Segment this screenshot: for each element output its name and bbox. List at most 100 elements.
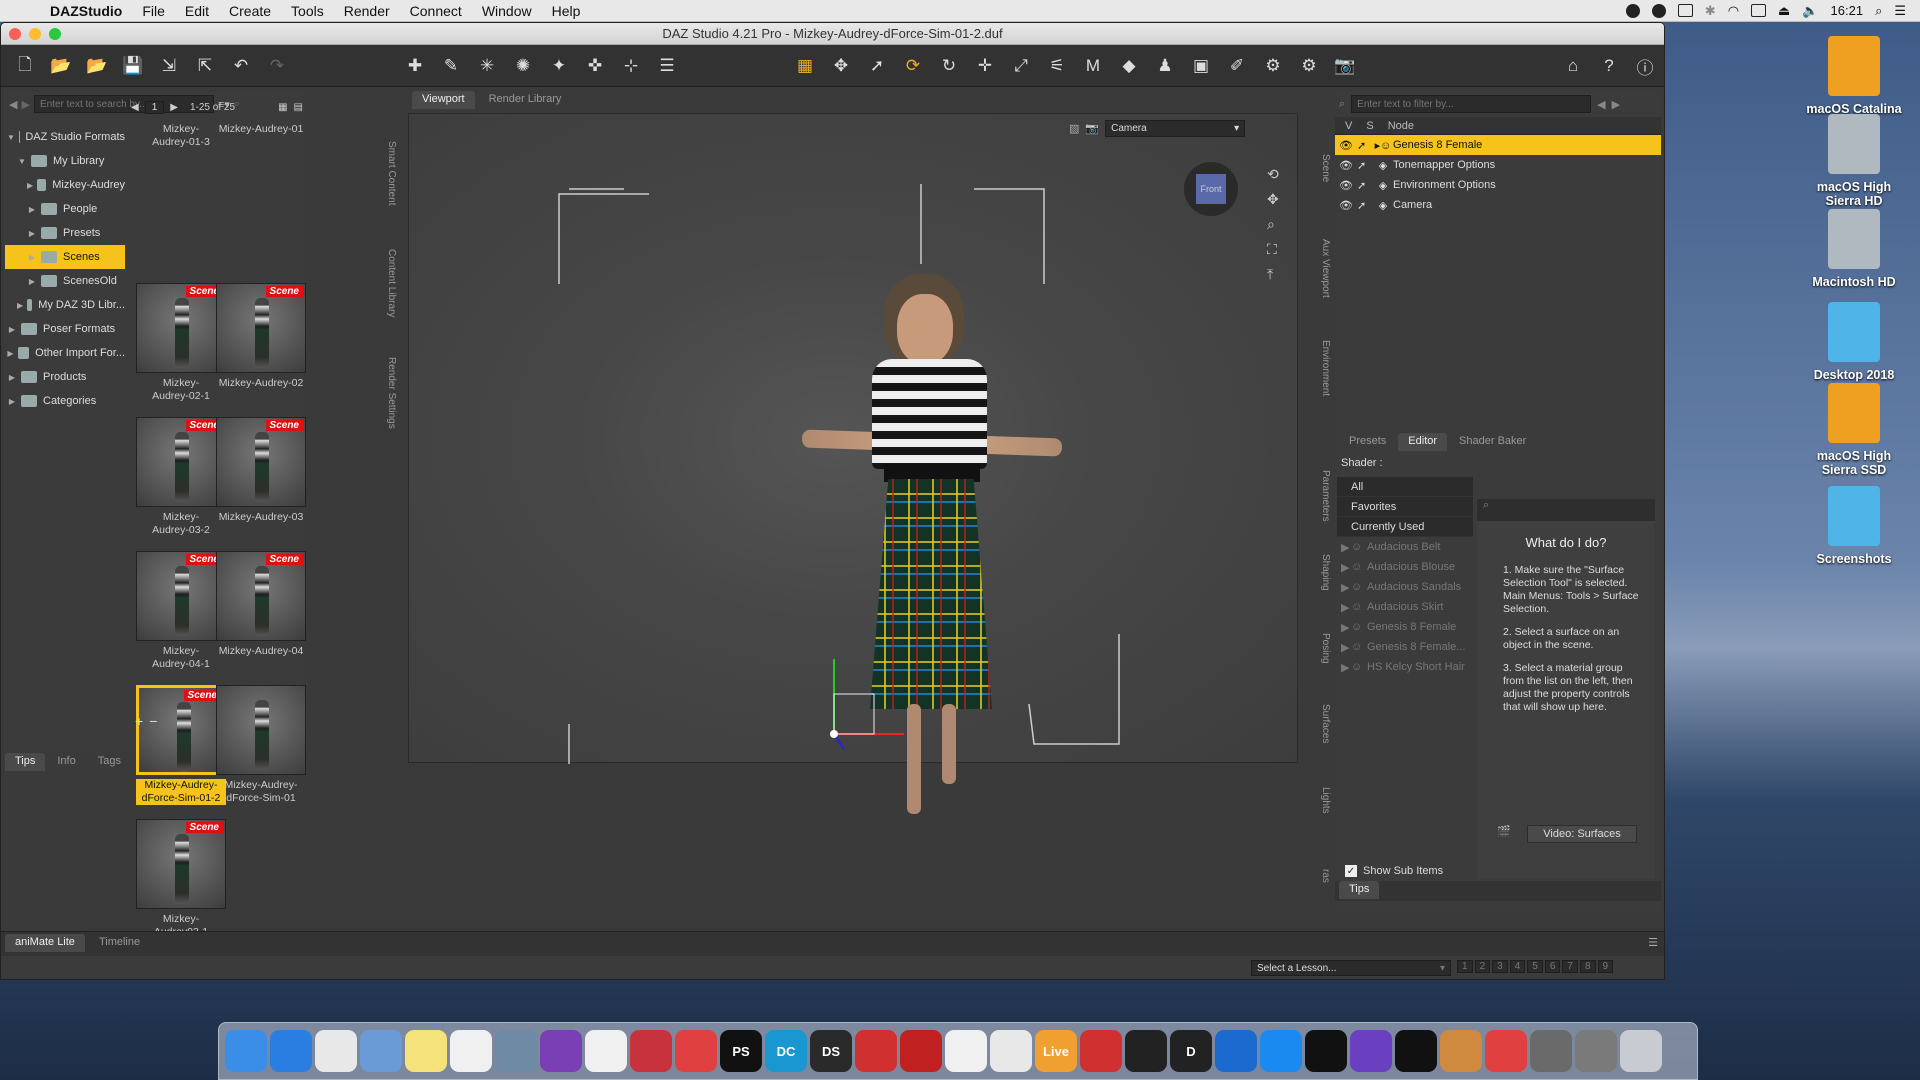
menu-window[interactable]: Window bbox=[472, 3, 542, 19]
desktop-icon-3[interactable]: Desktop 2018 bbox=[1799, 302, 1909, 382]
menu-list-icon[interactable]: ☰ bbox=[1894, 3, 1906, 19]
material-group[interactable]: ▶ ☺ HS Kelcy Short Hair bbox=[1337, 657, 1473, 677]
menu-create[interactable]: Create bbox=[219, 3, 281, 19]
keyboard-icon[interactable] bbox=[1751, 4, 1767, 17]
scene-thumbnail[interactable]: Scene bbox=[216, 417, 306, 507]
side-tab-posing[interactable]: Posing bbox=[1311, 615, 1331, 681]
photos-icon[interactable] bbox=[450, 1030, 492, 1072]
help-icon[interactable]: ⓘ bbox=[1631, 52, 1659, 80]
tab-animate-lite[interactable]: aniMate Lite bbox=[5, 934, 85, 952]
menu-app-name[interactable]: DAZStudio bbox=[40, 3, 132, 19]
thumbnail-caption[interactable]: Mizkey-Audrey-01 bbox=[216, 123, 306, 136]
side-tab-scene[interactable]: Scene bbox=[1311, 123, 1331, 213]
tree-item[interactable]: ▶ ScenesOld bbox=[5, 269, 125, 293]
scene-thumbnail[interactable]: Scene bbox=[136, 551, 226, 641]
preview-icon[interactable] bbox=[360, 1030, 402, 1072]
morph-tool-icon[interactable]: M bbox=[1079, 52, 1107, 80]
select-arrow-icon[interactable]: ➚ bbox=[1357, 179, 1373, 192]
tree-item[interactable]: ▶ Presets bbox=[5, 221, 125, 245]
desktop-icon-1[interactable]: macOS High Sierra HD bbox=[1799, 114, 1909, 208]
show-sub-items-checkbox[interactable]: ✓ bbox=[1345, 865, 1357, 877]
desktop-icon-2[interactable]: Macintosh HD bbox=[1799, 209, 1909, 289]
collapsed-arrow-icon[interactable]: ▶ bbox=[7, 397, 17, 406]
thumbnail-caption[interactable]: Mizkey- Audrey-02-1 bbox=[136, 377, 226, 403]
tab-tags[interactable]: Tags bbox=[88, 753, 131, 771]
expand-arrow-icon[interactable]: ▶ bbox=[1341, 561, 1351, 574]
lesson-slot[interactable]: 8 bbox=[1579, 960, 1596, 973]
next-page-icon[interactable]: ▶ bbox=[170, 102, 178, 113]
lesson-slot[interactable]: 7 bbox=[1562, 960, 1578, 973]
scene-node[interactable]: 👁 ➚ ▸☺ Genesis 8 Female bbox=[1335, 135, 1661, 155]
tree-item[interactable]: ▶ Scenes bbox=[5, 245, 125, 269]
distant-light-icon[interactable]: ✳ bbox=[473, 52, 501, 80]
status-icon-1[interactable] bbox=[1625, 3, 1640, 18]
tree-item[interactable]: ▶ People bbox=[5, 197, 125, 221]
scale-icon[interactable]: ⤢ bbox=[1007, 52, 1035, 80]
target-icon[interactable] bbox=[1080, 1030, 1122, 1072]
create-camera-icon[interactable]: ✚ bbox=[401, 52, 429, 80]
lineform-icon[interactable] bbox=[990, 1030, 1032, 1072]
scatter-icon[interactable] bbox=[900, 1030, 942, 1072]
clock[interactable]: 16:21 bbox=[1831, 3, 1864, 18]
export-icon[interactable]: ⇱ bbox=[191, 52, 219, 80]
back-icon[interactable]: ◀ bbox=[9, 98, 17, 111]
lesson-select[interactable]: Select a Lesson... ▾ bbox=[1251, 960, 1451, 976]
tree-item[interactable]: ▶ Other Import For... bbox=[5, 341, 125, 365]
finder-icon[interactable] bbox=[225, 1030, 267, 1072]
collapsed-arrow-icon[interactable]: ▶ bbox=[7, 373, 17, 382]
thumbnail-caption[interactable]: Mizkey-Audrey-02 bbox=[216, 377, 306, 390]
thumbnail-caption[interactable]: Mizkey- Audrey-03-2 bbox=[136, 511, 226, 537]
shader-filter[interactable]: Currently Used bbox=[1337, 517, 1473, 537]
select-arrow-icon[interactable]: ➚ bbox=[1357, 139, 1373, 152]
itunes-icon[interactable] bbox=[585, 1030, 627, 1072]
notes-icon[interactable] bbox=[405, 1030, 447, 1072]
transform-gizmo[interactable] bbox=[814, 649, 934, 769]
lesson-slot[interactable]: 9 bbox=[1597, 960, 1614, 973]
material-group[interactable]: ▶ ☺ Audacious Belt bbox=[1337, 537, 1473, 557]
trash-icon[interactable] bbox=[1620, 1030, 1662, 1072]
thumbnail-caption[interactable]: Mizkey-Audrey-dForce-Sim-01-2 bbox=[136, 779, 226, 805]
material-group[interactable]: ▶ ☺ Genesis 8 Female bbox=[1337, 617, 1473, 637]
grid-view-icon[interactable]: ▦ bbox=[278, 102, 287, 113]
tab-editor[interactable]: Editor bbox=[1398, 433, 1448, 451]
image-capture-icon[interactable] bbox=[495, 1030, 537, 1072]
scene-filter-input[interactable] bbox=[1351, 95, 1592, 113]
terminal-icon[interactable] bbox=[1305, 1030, 1347, 1072]
side-tab-lights[interactable]: Lights bbox=[1311, 767, 1331, 833]
tree-item[interactable]: ▼ My Library bbox=[5, 149, 125, 173]
column-v[interactable]: V bbox=[1345, 120, 1352, 132]
open-icon[interactable]: 📂 bbox=[47, 52, 75, 80]
translate-icon[interactable]: ✛ bbox=[971, 52, 999, 80]
column-s[interactable]: S bbox=[1366, 120, 1373, 132]
spotlight-icon[interactable]: ⌕ bbox=[1875, 3, 1882, 19]
textedit-icon[interactable] bbox=[945, 1030, 987, 1072]
lesson-slot[interactable]: 1 bbox=[1457, 960, 1473, 973]
expand-arrow-icon[interactable]: ▶ bbox=[1341, 601, 1351, 614]
lesson-slot[interactable]: 6 bbox=[1544, 960, 1561, 973]
lesson-slot[interactable]: 5 bbox=[1527, 960, 1543, 973]
forward-icon[interactable]: ▶ bbox=[21, 98, 29, 111]
scene-node[interactable]: 👁 ➚ ◈ Tonemapper Options bbox=[1335, 155, 1661, 175]
side-tab-surfaces[interactable]: Surfaces bbox=[1311, 691, 1331, 757]
remove-icon[interactable]: − bbox=[149, 713, 157, 729]
archive-icon[interactable] bbox=[1440, 1030, 1482, 1072]
display-icon[interactable] bbox=[1677, 4, 1693, 17]
scene-node[interactable]: 👁 ➚ ◈ Camera bbox=[1335, 195, 1661, 215]
new-scene-icon[interactable]: 🗋 bbox=[11, 52, 39, 80]
universal-tool-icon[interactable]: ✥ bbox=[827, 52, 855, 80]
material-group[interactable]: ▶ ☺ Audacious Blouse bbox=[1337, 557, 1473, 577]
editor-search-icon[interactable]: ⌕ bbox=[1477, 499, 1655, 521]
thumbnail-caption[interactable]: Mizkey-Audrey-03 bbox=[216, 511, 306, 524]
node-selection-icon[interactable]: ➚ bbox=[863, 52, 891, 80]
side-tab-render-settings[interactable]: Render Settings bbox=[377, 343, 397, 443]
tab-tips[interactable]: Tips bbox=[5, 753, 46, 771]
scene-thumbnail[interactable]: Scene bbox=[216, 551, 306, 641]
tree-item[interactable]: ▶ My DAZ 3D Libr... bbox=[5, 293, 125, 317]
visibility-eye-icon[interactable]: 👁 bbox=[1335, 199, 1357, 212]
menu-bars-icon[interactable]: ☰ bbox=[653, 52, 681, 80]
scene-thumbnail[interactable]: Scene bbox=[216, 283, 306, 373]
tab-viewport[interactable]: Viewport bbox=[412, 91, 475, 109]
redo-icon[interactable]: ↷ bbox=[263, 52, 291, 80]
expand-arrow-icon[interactable]: ▶ bbox=[1341, 621, 1351, 634]
side-tab-environment[interactable]: Environment bbox=[1311, 323, 1331, 413]
